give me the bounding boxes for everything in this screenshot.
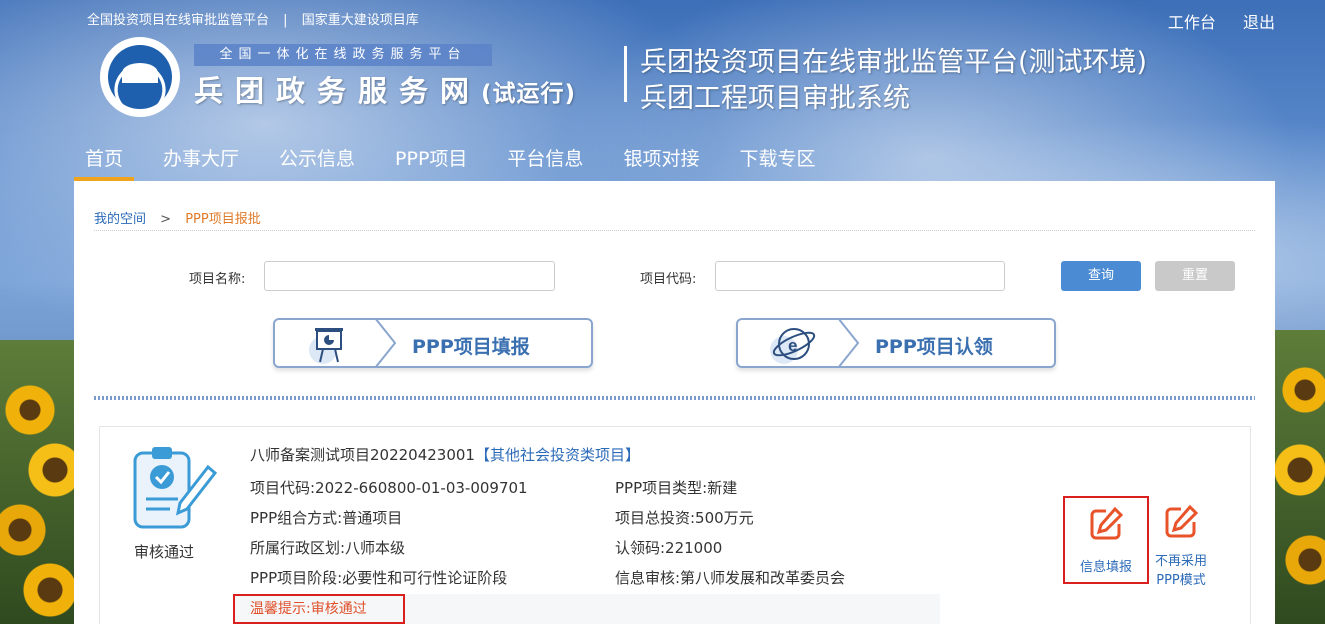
link-national-project-db[interactable]: 国家重大建设项目库 <box>302 9 419 28</box>
project-title[interactable]: 八师备案测试项目20220423001【其他社会投资类项目】 <box>250 444 640 465</box>
logo-globe-icon <box>108 45 172 109</box>
breadcrumb-home[interactable]: 我的空间 <box>94 212 146 227</box>
breadcrumb-current: PPP项目报批 <box>185 212 261 227</box>
section-divider <box>94 396 1255 400</box>
workbench-link[interactable]: 工作台 <box>1168 13 1216 32</box>
breadcrumb: 我的空间 > PPP项目报批 <box>94 208 261 227</box>
nav-platform-info[interactable]: 平台信息 <box>496 140 594 181</box>
chevron-right-icon <box>837 318 860 368</box>
tip-bar: 温馨提示:审核通过 <box>233 594 940 624</box>
info-fill-button[interactable]: 信息填报 <box>1063 496 1149 584</box>
brand-title: 兵团政务服务网(试运行) <box>194 68 576 110</box>
ppp-claim-label: PPP项目认领 <box>875 336 993 358</box>
drop-ppp-label-1: 不再采用 <box>1154 554 1207 569</box>
nav-ppp[interactable]: PPP项目 <box>384 140 478 181</box>
ppp-stage: PPP项目阶段:必要性和可行性论证阶段 <box>250 569 508 587</box>
project-code-label: 项目代码: <box>640 272 697 287</box>
project-category: 【其他社会投资类项目】 <box>474 446 640 464</box>
sunflower-bg-left <box>0 340 80 624</box>
nav-bank[interactable]: 银项对接 <box>612 140 710 181</box>
tip-text: 温馨提示:审核通过 <box>233 594 405 624</box>
system-title-1: 兵团投资项目在线审批监管平台(测试环境) <box>640 47 1148 78</box>
main-panel: 我的空间 > PPP项目报批 项目名称: 项目代码: 查询 重置 PPP项目填报… <box>74 181 1275 624</box>
edit-icon <box>1090 506 1124 540</box>
svg-text:e: e <box>788 336 797 355</box>
reset-button[interactable]: 重置 <box>1155 261 1235 291</box>
nav-hall[interactable]: 办事大厅 <box>152 140 250 181</box>
brand-subtitle: 全国一体化在线政务服务平台 <box>194 44 492 66</box>
main-nav: 首页 办事大厅 公示信息 PPP项目 平台信息 银项对接 下载专区 <box>74 140 844 181</box>
breadcrumb-separator: > <box>160 212 172 227</box>
drop-ppp-label-2: PPP模式 <box>1156 573 1206 588</box>
project-status: 审核通过 <box>134 543 195 561</box>
project-name: 八师备案测试项目20220423001 <box>250 446 475 464</box>
ppp-fill-label: PPP项目填报 <box>412 336 530 358</box>
project-name-input[interactable] <box>264 261 555 291</box>
project-card: 审核通过 八师备案测试项目20220423001【其他社会投资类项目】 项目代码… <box>99 426 1251 624</box>
top-links-separator: | <box>283 13 288 28</box>
nav-public-info[interactable]: 公示信息 <box>268 140 366 181</box>
header-divider <box>624 46 627 102</box>
breadcrumb-divider <box>94 230 1255 231</box>
site-logo <box>100 37 180 117</box>
drop-ppp-button[interactable]: 不再采用 PPP模式 <box>1150 504 1212 588</box>
approved-document-icon <box>133 447 218 529</box>
nav-download[interactable]: 下载专区 <box>728 140 826 181</box>
total-investment: 项目总投资:500万元 <box>615 509 754 527</box>
project-code: 项目代码:2022-660800-01-03-009701 <box>250 479 528 497</box>
chevron-right-icon <box>374 318 397 368</box>
brand-title-suffix: (试运行) <box>481 81 577 107</box>
ppp-type: PPP项目类型:新建 <box>615 479 738 497</box>
info-fill-label: 信息填报 <box>1079 560 1132 575</box>
edit-icon <box>1165 504 1199 538</box>
ppp-combo: PPP组合方式:普通项目 <box>250 509 403 527</box>
link-national-platform[interactable]: 全国投资项目在线审批监管平台 <box>87 9 269 28</box>
ppp-fill-button[interactable]: PPP项目填报 <box>273 318 593 368</box>
ie-globe-icon: e <box>770 328 816 364</box>
query-button[interactable]: 查询 <box>1061 261 1141 291</box>
claim-code: 认领码:221000 <box>615 539 723 557</box>
project-code-input[interactable] <box>715 261 1005 291</box>
sunflower-bg-right <box>1275 330 1325 624</box>
presentation-board-icon <box>309 328 343 364</box>
top-links: 全国投资项目在线审批监管平台 | 国家重大建设项目库 <box>87 9 419 28</box>
logout-link[interactable]: 退出 <box>1243 13 1275 32</box>
user-links: 工作台 退出 <box>1146 9 1275 33</box>
brand-title-text: 兵团政务服务网 <box>194 74 482 108</box>
ppp-claim-button[interactable]: e PPP项目认领 <box>736 318 1056 368</box>
admin-region: 所属行政区划:八师本级 <box>250 539 406 557</box>
system-title-2: 兵团工程项目审批系统 <box>640 83 910 114</box>
info-review: 信息审核:第八师发展和改革委员会 <box>615 569 846 587</box>
nav-home[interactable]: 首页 <box>74 140 135 181</box>
project-name-label: 项目名称: <box>189 272 246 287</box>
